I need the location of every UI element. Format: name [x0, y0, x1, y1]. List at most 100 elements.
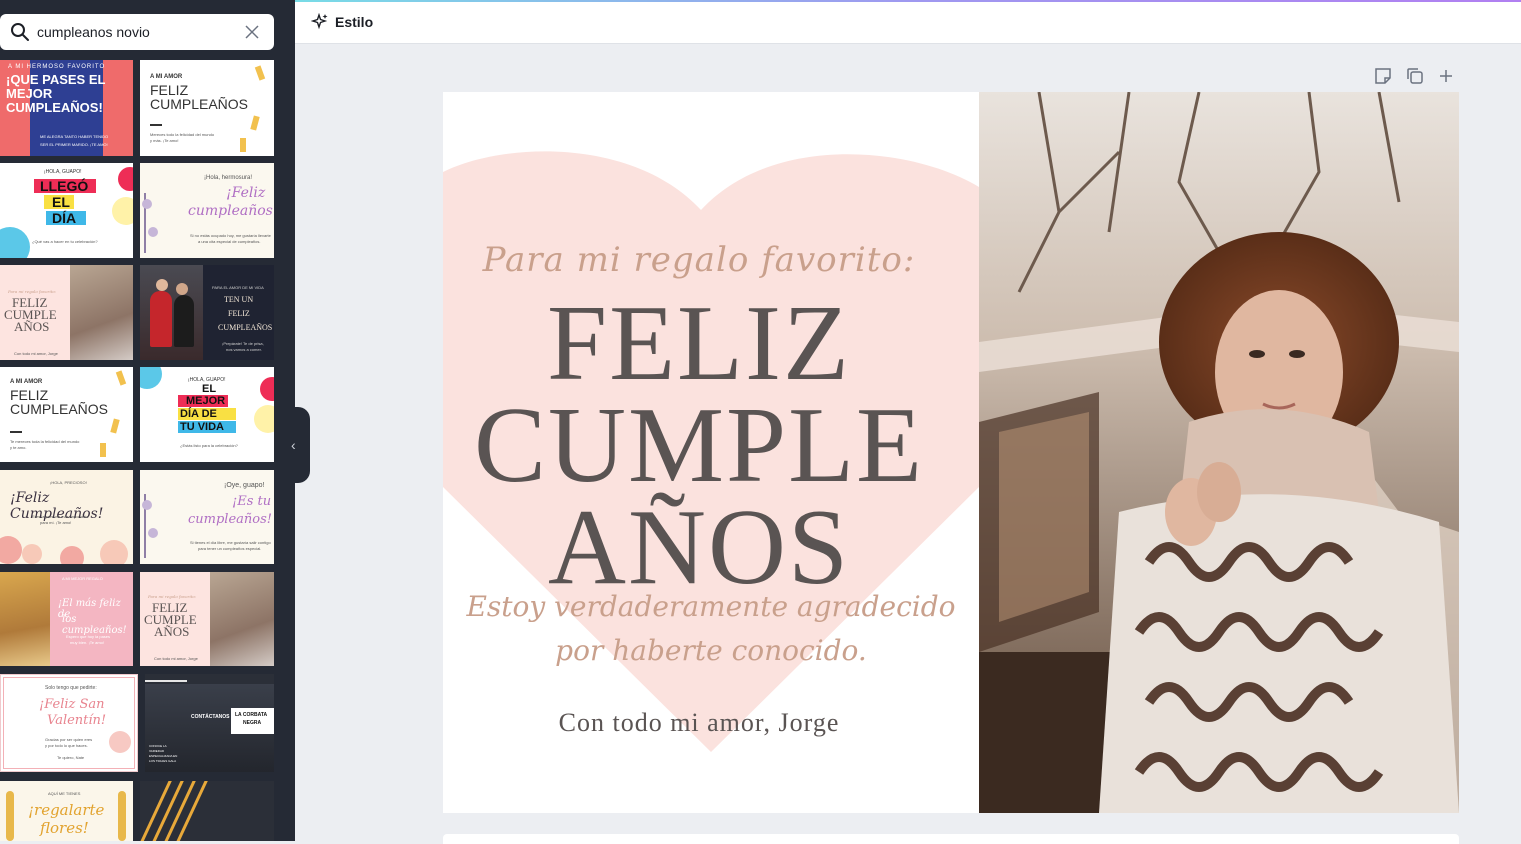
template-line: Valentín!	[47, 713, 107, 728]
template-line: flores!	[40, 819, 89, 837]
template-line: CUMPLEAÑOS!	[6, 100, 103, 115]
template-line: TEN UN	[224, 295, 254, 304]
template-line: NEGRA	[243, 720, 262, 726]
template-thumbnail[interactable]: A MI MEJOR REGALO ¡El más feliz de los c…	[0, 572, 133, 666]
next-page-preview	[443, 834, 1459, 844]
template-line: EL	[202, 383, 217, 395]
template-thumbnail[interactable]: A MI AMOR FELIZ CUMPLEAÑOS Te mereces to…	[0, 367, 133, 462]
template-line: MEJOR	[6, 86, 53, 101]
template-line: ¡Feliz	[226, 185, 266, 201]
portrait-photo	[979, 92, 1459, 813]
template-line: AQUÍ ME TIENES	[48, 791, 81, 796]
template-line: CONOCE LA	[149, 744, 167, 748]
template-line: CUMPLEAÑOS	[150, 96, 249, 112]
template-line: Con todo mi amor, Jorge	[14, 351, 58, 356]
template-thumbnail[interactable]: ¡HOLA, GUAPO! LLEGÓ EL DÍA ¿Qué vas a ha…	[0, 163, 133, 258]
template-line: ¡HOLA, GUAPO!	[44, 169, 82, 175]
template-thumbnail[interactable]: ¡Oye, guapo! ¡Es tu cumpleaños! Si tiene…	[140, 470, 274, 564]
template-line: LOS TRAJES GALA	[149, 759, 177, 763]
add-page-icon[interactable]	[1436, 66, 1456, 86]
template-thumbnail[interactable]: AQUÍ ME TIENES ¡regalarte flores!	[0, 781, 133, 841]
template-line: Solo tengo que pedirte:	[45, 685, 97, 691]
template-thumbnail[interactable]: Solo tengo que pedirte: ¡Feliz San Valen…	[0, 674, 138, 772]
template-line: ¿Estás listo para la celebración?	[180, 443, 238, 448]
template-line: VARIEDAD	[149, 749, 165, 753]
template-line: y te amo.	[10, 445, 27, 450]
template-thumbnail[interactable]: ¡HOLA, GUAPO! EL MEJOR DÍA DE TU VIDA ¿E…	[140, 367, 274, 462]
toolbar-accent-line	[295, 0, 1521, 2]
notes-icon[interactable]	[1373, 66, 1393, 86]
style-button[interactable]: Estilo	[311, 11, 373, 33]
template-thumbnail[interactable]: PARA EL AMOR DE MI VIDA TEN UN FELIZ CUM…	[140, 265, 274, 360]
template-thumbnail[interactable]: A MI HERMOSO FAVORITO ¡QUE PASES EL MEJO…	[0, 60, 133, 156]
template-line: ¡QUE PASES EL	[6, 72, 106, 87]
style-label: Estilo	[335, 14, 374, 30]
template-line: Te mereces toda la felicidad del mundo	[10, 439, 80, 444]
template-line: nos vamos a comer.	[226, 347, 262, 352]
template-thumbnail[interactable]: Para mi regalo favorito: FELIZ CUMPLE AÑ…	[0, 265, 133, 360]
design-photo[interactable]	[979, 92, 1459, 813]
template-line: ¿Qué vas a hacer en tu celebración?	[32, 239, 98, 244]
template-thumbnail[interactable]: A MI AMOR FELIZ CUMPLEAÑOS Mereces todo …	[140, 60, 274, 156]
template-line: ¡Oye, guapo!	[224, 482, 265, 489]
template-line: ¡regalarte	[28, 801, 105, 819]
template-thumbnail[interactable]: Para mi regalo favorito: FELIZ CUMPLE AÑ…	[140, 572, 274, 666]
template-line: TU VIDA	[180, 421, 224, 433]
search-bar[interactable]	[0, 14, 274, 50]
template-line: Te quiero, Nate	[57, 755, 85, 760]
template-line: para tener un cumpleaños especial.	[198, 546, 262, 551]
template-line: EL	[52, 194, 70, 210]
template-line: ¡HOLA, PRECIOSO!	[50, 480, 87, 485]
template-line: MEJOR	[186, 395, 226, 407]
template-line: a una cita especial de cumpleaños.	[198, 239, 261, 244]
duplicate-page-icon[interactable]	[1405, 66, 1425, 86]
template-line: CUMPLEAÑOS	[10, 401, 109, 417]
search-input[interactable]	[37, 20, 232, 44]
template-thumbnail[interactable]	[140, 781, 274, 841]
template-line: CUMPLEAÑOS	[218, 323, 273, 332]
template-line: DÍA DE	[180, 408, 217, 420]
template-line: Eres la persona más importante	[32, 514, 89, 519]
template-thumbnail[interactable]: ¡Hola, hermosura! ¡Feliz cumpleaños! Si …	[140, 163, 274, 258]
magic-style-icon	[311, 13, 328, 30]
template-line: PARA EL AMOR DE MI VIDA	[212, 285, 264, 290]
search-icon	[11, 23, 29, 41]
design-heading-line-2[interactable]: CUMPLE	[443, 392, 955, 500]
template-line: ¡Prepárate! Te de prisa,	[222, 341, 264, 346]
template-line: cumpleaños!	[188, 203, 274, 219]
template-thumbnail[interactable]: ¡HOLA, PRECIOSO! ¡Feliz Cumpleaños! Eres…	[0, 470, 133, 564]
design-signature[interactable]: Con todo mi amor, Jorge	[443, 708, 955, 738]
template-line: cumpleaños!	[188, 512, 272, 527]
template-line: ¡Feliz San	[39, 697, 105, 712]
design-canvas[interactable]: Para mi regalo favorito: FELIZ CUMPLE AÑ…	[443, 92, 1459, 813]
clear-icon[interactable]	[244, 24, 260, 40]
template-line: LA CORBATA	[235, 712, 268, 718]
design-heading-line-3[interactable]: AÑOS	[443, 494, 955, 602]
collapse-panel-button[interactable]: ‹	[280, 407, 310, 483]
template-line: SER EL PRIMER MARIDO. ¡TE AMO!	[40, 142, 108, 147]
design-sub-script-2[interactable]: por haberte conocido.	[463, 634, 959, 667]
template-line: ME ALEGRA TANTO HABER TENIDO	[40, 134, 109, 139]
template-line: ESPECIALIZADA EN	[149, 754, 178, 758]
template-line: Espero que hoy la pases	[66, 634, 111, 639]
template-line: ¡Es tu	[232, 494, 272, 509]
template-line: A MI HERMOSO FAVORITO	[8, 64, 106, 70]
template-line: y más. ¡Te amo!	[150, 138, 179, 143]
template-line: Si no estás ocupado hoy, me gustaría lle…	[190, 233, 271, 238]
design-heading-line-1[interactable]: FELIZ	[443, 290, 955, 398]
template-line: Gracias por ser quien eres	[45, 737, 93, 742]
template-line: ¡Hola, hermosura!	[204, 175, 253, 181]
template-line: A MI AMOR	[150, 74, 183, 80]
template-line: Mereces todo la felicidad del mundo	[150, 132, 215, 137]
template-line: AÑOS	[154, 624, 190, 639]
editor-toolbar: Estilo	[295, 0, 1521, 44]
design-top-script[interactable]: Para mi regalo favorito:	[443, 240, 955, 280]
template-thumbnail[interactable]: AQUÍ ME TIENES CONTÁCTANOS LA CORBATA NE…	[145, 674, 274, 772]
template-line: Para mi regalo favorito:	[148, 594, 197, 599]
template-line: LLEGÓ	[40, 178, 89, 194]
side-panel: A MI HERMOSO FAVORITO ¡QUE PASES EL MEJO…	[0, 0, 295, 841]
design-sub-script-1[interactable]: Estoy verdaderamente agradecido	[463, 590, 959, 623]
template-line: Para mi regalo favorito:	[8, 289, 57, 294]
template-line: DÍA	[52, 210, 77, 226]
template-line: A MI AMOR	[10, 379, 43, 385]
